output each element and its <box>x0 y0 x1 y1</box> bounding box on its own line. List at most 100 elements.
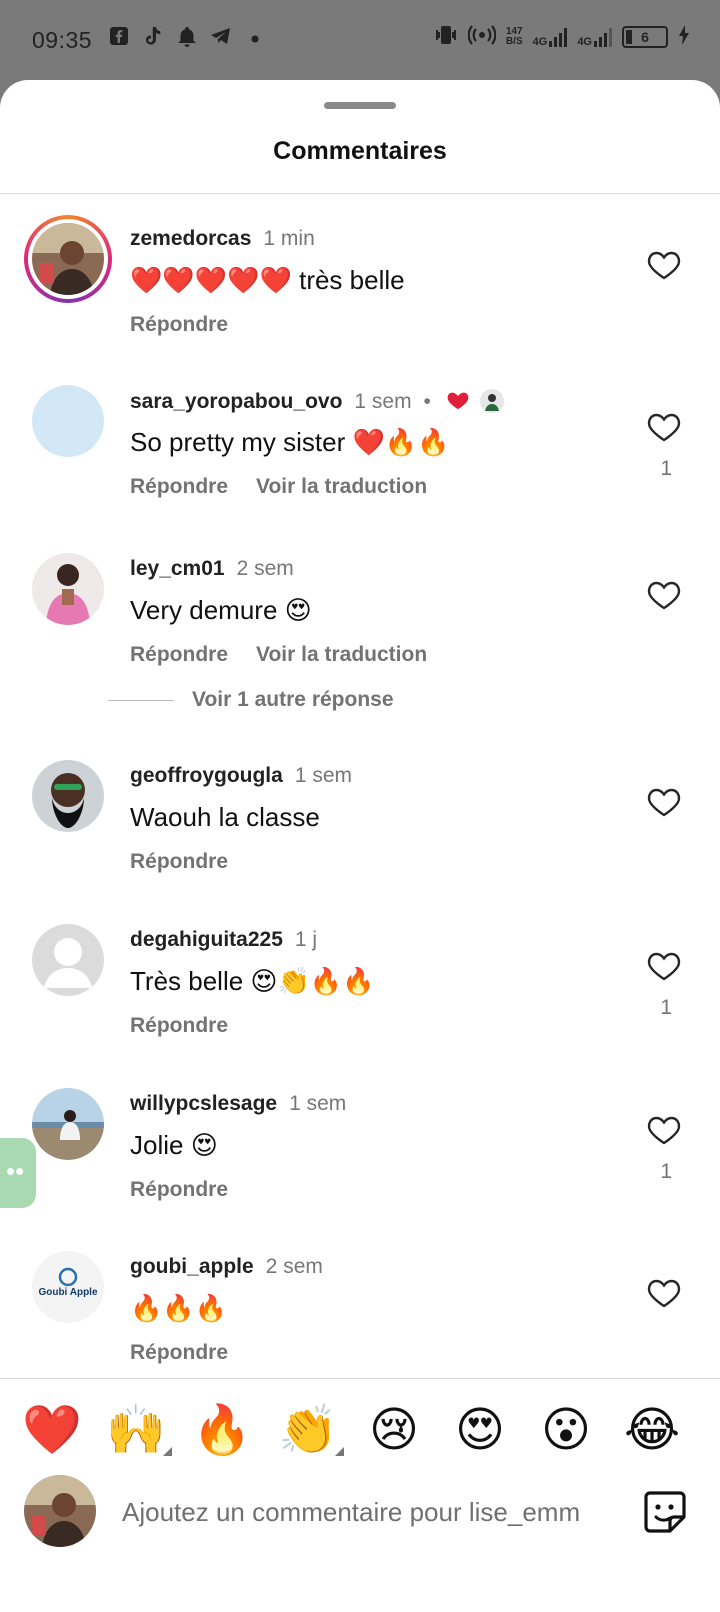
battery-level: 6 <box>641 28 649 45</box>
heart-icon[interactable] <box>644 407 684 447</box>
avatar[interactable] <box>32 760 104 832</box>
comment-actions: Répondre <box>130 850 228 874</box>
network-type-1: 4G <box>532 35 548 48</box>
status-bar: 09:35 147 B/S 4G 4G 6 <box>0 0 720 80</box>
comment-text: ❤️❤️❤️❤️❤️ très belle <box>130 265 405 295</box>
avatar[interactable]: Goubi Apple <box>32 1251 104 1323</box>
facebook-icon <box>108 26 130 48</box>
username[interactable]: zemedorcas <box>130 227 251 250</box>
reply-button[interactable]: Répondre <box>130 850 228 873</box>
comment-text: So pretty my sister ❤️🔥🔥 <box>130 427 450 457</box>
status-time: 09:35 <box>32 27 93 53</box>
floating-chat-button[interactable]: •• <box>0 1138 36 1208</box>
reaction-heart-eyes[interactable]: 😍 <box>448 1398 512 1462</box>
divider <box>0 1378 720 1379</box>
sheet-title: Commentaires <box>273 137 447 165</box>
skin-tone-indicator <box>163 1447 172 1456</box>
reaction-raised-hands[interactable]: 🙌 <box>104 1398 172 1462</box>
comment-text: Waouh la classe <box>130 802 320 832</box>
reaction-cry[interactable]: 😢 <box>362 1398 426 1462</box>
reply-button[interactable]: Répondre <box>130 475 228 498</box>
avatar[interactable] <box>32 924 104 996</box>
comment-actions: Répondre <box>130 313 228 337</box>
comment-actions: Répondre <box>130 1341 228 1365</box>
username[interactable]: sara_yoropabou_ovo <box>130 390 342 413</box>
comment-item: degahiguita225 1 j Très belle 😍👏🔥🔥 Répond… <box>0 924 720 1074</box>
vibrate-icon <box>434 24 458 49</box>
comment-actions: Répondre Voir la traduction <box>130 643 427 667</box>
username[interactable]: willypcslesage <box>130 1092 277 1115</box>
comment-meta: sara_yoropabou_ovo 1 sem • <box>130 389 505 414</box>
default-person-icon <box>44 938 92 988</box>
battery-icon: 6 <box>622 25 668 48</box>
reaction-clap[interactable]: 👏 <box>276 1398 344 1462</box>
view-more-replies[interactable]: Voir 1 autre réponse <box>108 688 394 712</box>
comment-item: zemedorcas 1 min ❤️❤️❤️❤️❤️ très belle Ré… <box>0 215 720 373</box>
quick-reactions-bar: ❤️ 🙌 🔥 👏 😢 😍 😮 😂 <box>0 1398 720 1462</box>
more-dots-icon: •• <box>6 1156 25 1186</box>
drag-handle[interactable] <box>324 102 396 109</box>
username[interactable]: geoffroygougla <box>130 764 283 787</box>
comment-meta: geoffroygougla 1 sem <box>130 764 352 788</box>
comment-item: ley_cm01 2 sem Very demure 😍 Répondre Voir… <box>0 553 720 703</box>
reaction-laugh[interactable]: 😂 <box>620 1398 684 1462</box>
reply-button[interactable]: Répondre <box>130 1178 228 1201</box>
avatar-story-ring[interactable] <box>24 215 112 303</box>
comment-meta: willypcslesage 1 sem <box>130 1092 346 1116</box>
comment-meta: zemedorcas 1 min <box>130 227 315 251</box>
username[interactable]: goubi_apple <box>130 1255 254 1278</box>
current-user-avatar <box>24 1475 96 1547</box>
comment-input[interactable] <box>122 1489 612 1535</box>
comment-actions: Répondre <box>130 1178 228 1202</box>
creator-liked-heart-icon <box>447 392 469 410</box>
heart-icon[interactable] <box>644 782 684 822</box>
comment-time: 1 sem <box>294 764 353 787</box>
username[interactable]: ley_cm01 <box>130 557 225 580</box>
reply-button[interactable]: Répondre <box>130 1341 228 1364</box>
heart-icon[interactable] <box>644 946 684 986</box>
reaction-raised-hands-glyph: 🙌 <box>106 1402 166 1458</box>
comment-time: 2 sem <box>236 557 294 580</box>
comment-time: 1 min <box>263 227 315 250</box>
charging-icon <box>678 25 690 48</box>
comment-time: 1 sem <box>289 1092 347 1115</box>
divider <box>0 193 720 194</box>
avatar[interactable] <box>32 1088 104 1160</box>
reply-button[interactable]: Répondre <box>130 1014 228 1037</box>
reaction-surprised[interactable]: 😮 <box>534 1398 598 1462</box>
view-more-replies-label: Voir 1 autre réponse <box>192 688 394 711</box>
comment-actions: Répondre Voir la traduction <box>130 475 427 499</box>
comment-time: 1 j <box>294 928 318 951</box>
heart-icon[interactable] <box>644 245 684 285</box>
reaction-fire[interactable]: 🔥 <box>190 1398 254 1462</box>
avatar[interactable] <box>32 553 104 625</box>
signal-1: 4G <box>533 27 568 47</box>
hotspot-icon <box>467 24 497 49</box>
reply-button[interactable]: Répondre <box>130 313 228 336</box>
heart-icon[interactable] <box>644 1273 684 1313</box>
avatar <box>32 223 104 295</box>
comment-item: geoffroygougla 1 sem Waouh la classe Répo… <box>0 760 720 910</box>
username[interactable]: degahiguita225 <box>130 928 283 951</box>
like-count: 1 <box>660 457 672 480</box>
heart-icon[interactable] <box>644 1110 684 1150</box>
comment-text: 🔥🔥🔥 <box>130 1293 228 1323</box>
signal-2: 4G <box>577 27 612 47</box>
see-translation-button[interactable]: Voir la traduction <box>256 475 427 498</box>
sticker-icon[interactable] <box>640 1487 690 1537</box>
comment-composer <box>0 1475 720 1555</box>
net-speed-unit: B/S <box>505 35 523 47</box>
reaction-heart[interactable]: ❤️ <box>20 1398 84 1462</box>
signal-bars-icon <box>594 27 612 47</box>
like-count: 1 <box>660 1160 672 1183</box>
avatar[interactable] <box>32 385 104 457</box>
signal-bars-icon <box>549 27 568 47</box>
reply-button[interactable]: Répondre <box>130 643 228 666</box>
tiktok-icon <box>142 26 164 48</box>
heart-icon[interactable] <box>644 575 684 615</box>
comment-meta: goubi_apple 2 sem <box>130 1255 323 1279</box>
comment-time: 1 sem <box>354 390 412 413</box>
net-speed: 147 B/S <box>505 26 523 47</box>
see-translation-button[interactable]: Voir la traduction <box>256 643 427 666</box>
like-count: 1 <box>660 996 672 1019</box>
